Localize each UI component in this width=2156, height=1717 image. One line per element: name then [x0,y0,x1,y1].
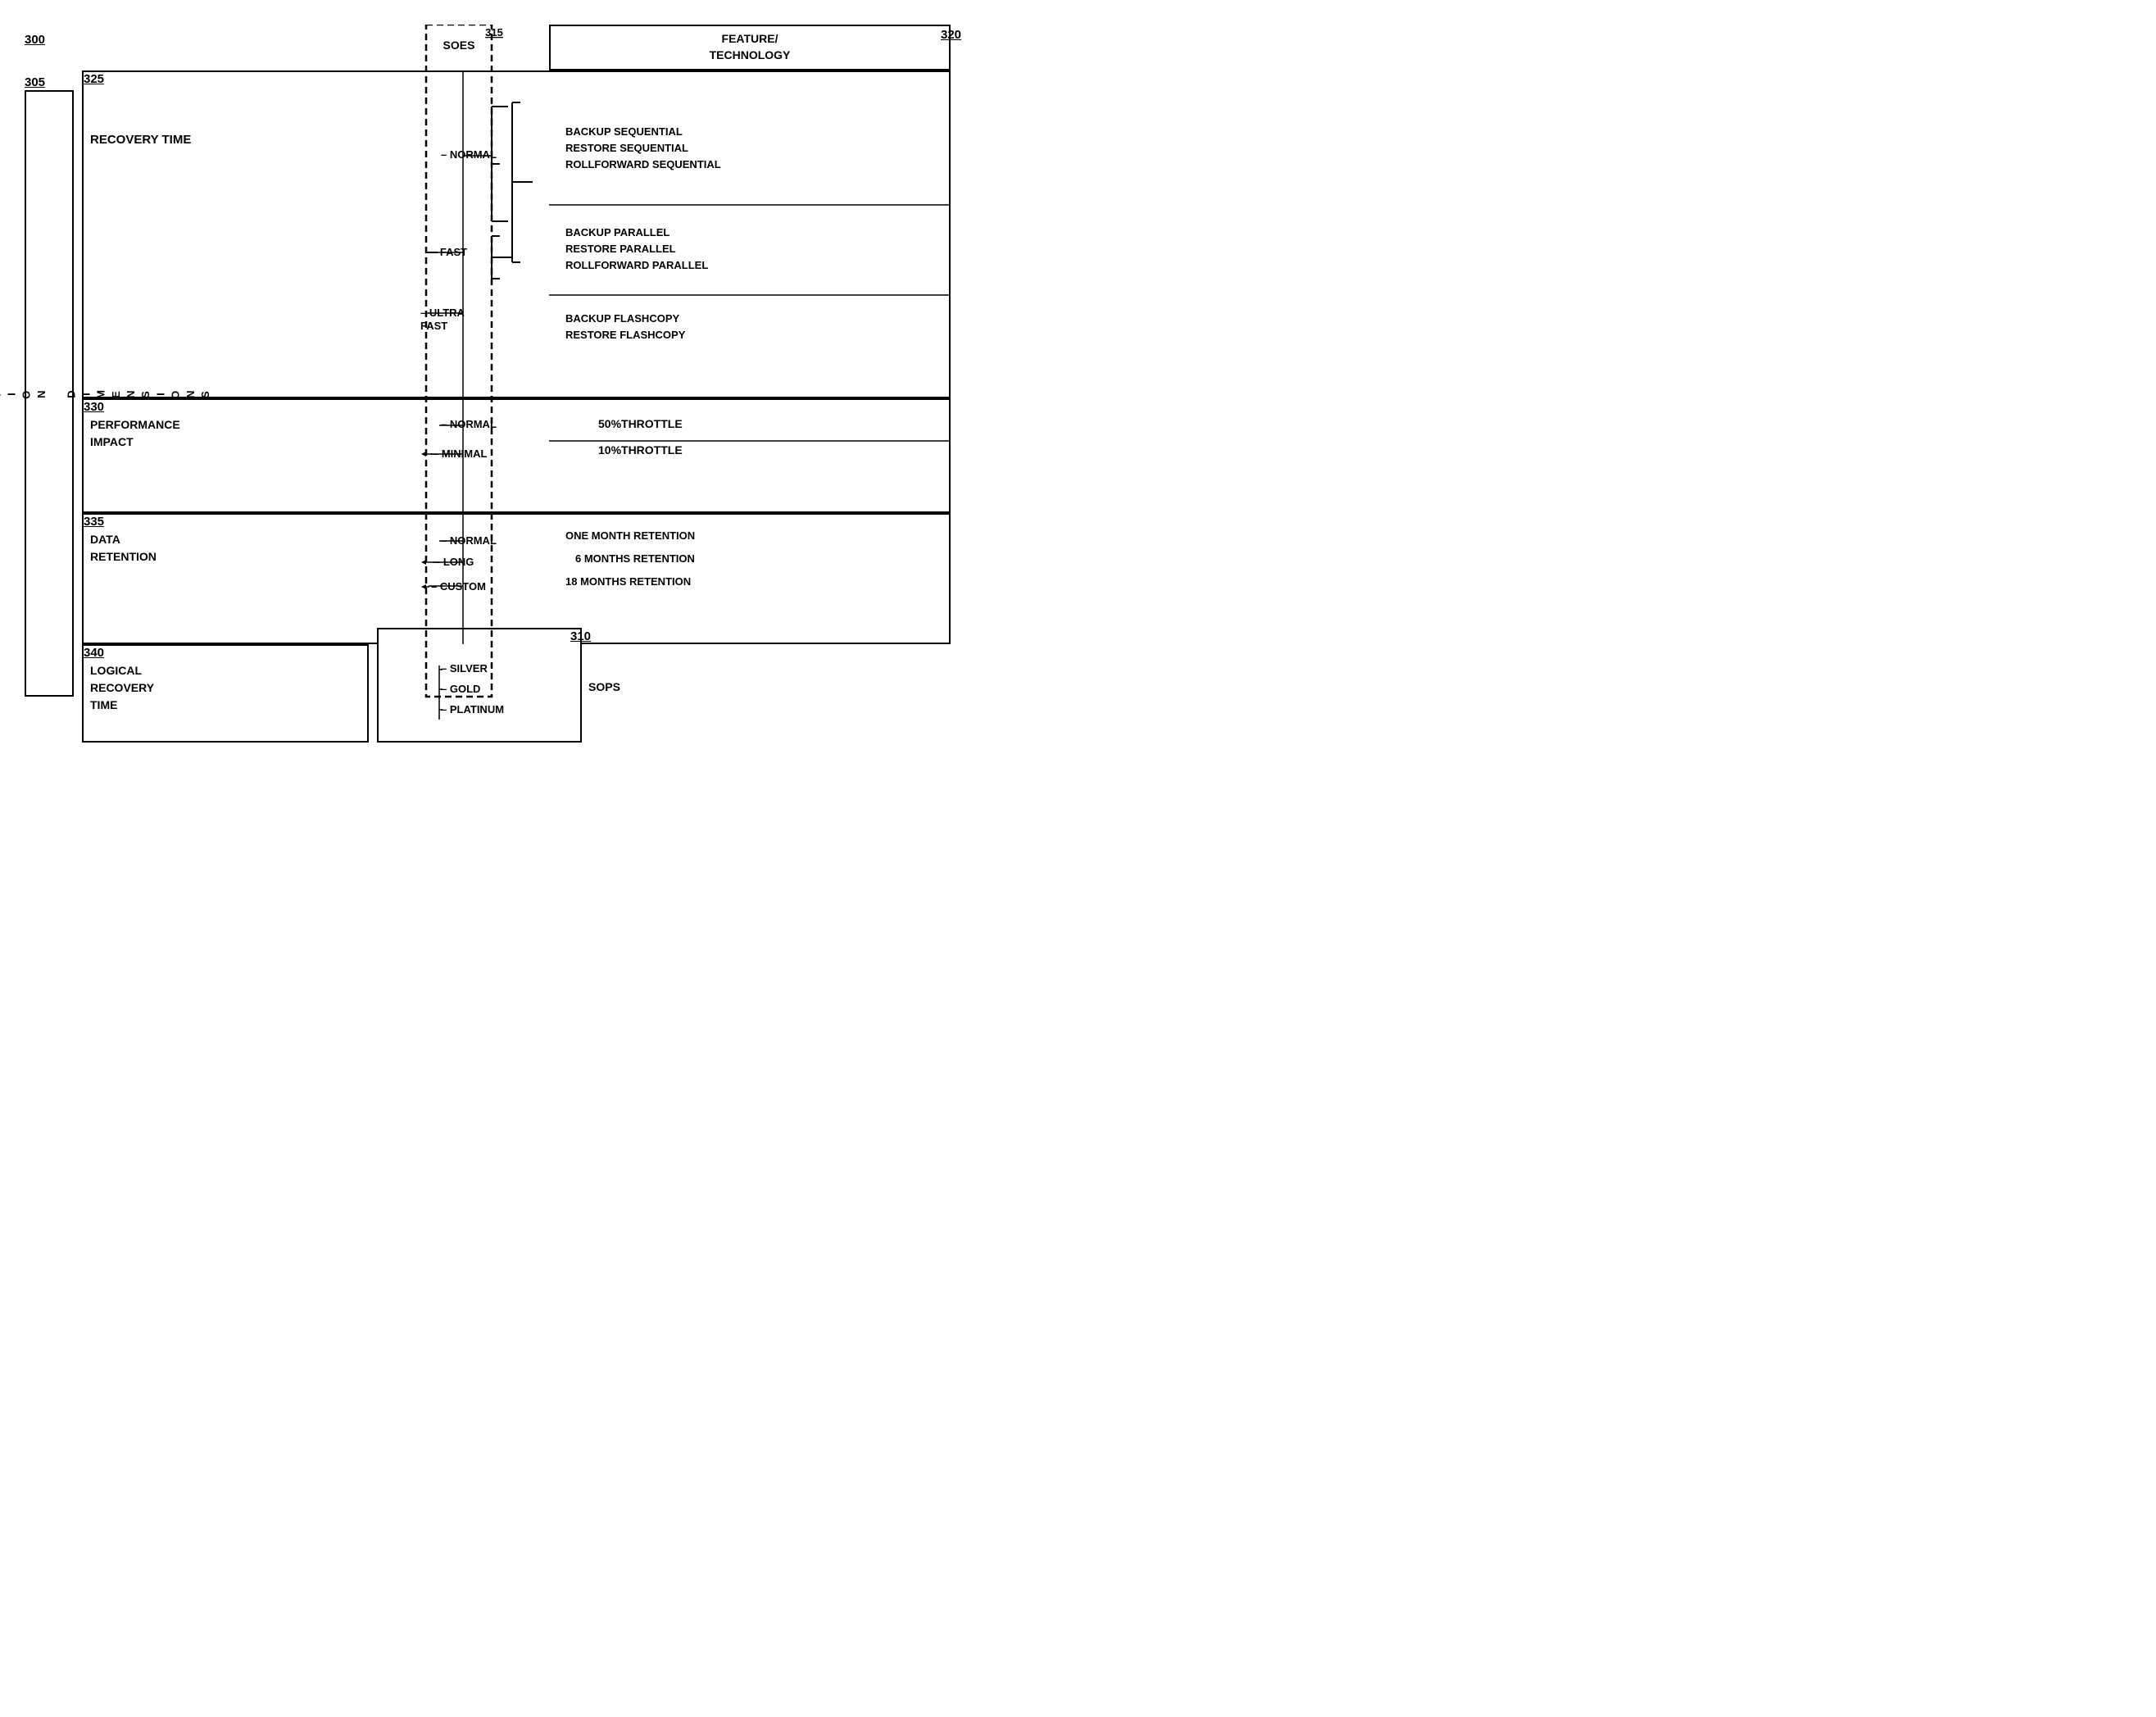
feature-header-box: FEATURE/TECHNOLOGY [549,25,951,70]
section-335 [82,513,951,644]
feature-header-text: FEATURE/TECHNOLOGY [710,31,791,63]
svg-text:SOES: SOES [443,39,475,52]
svg-text:315: 315 [485,26,503,39]
sops-box [377,628,582,743]
logical-recovery-label: LOGICALRECOVERYTIME [90,662,154,714]
label-305: 305 [25,75,45,89]
diagram-container: 300 305 APPLICATIONDIMENSIONS FEATURE/TE… [25,25,959,746]
data-retention-label: DATARETENTION [90,531,157,566]
label-320: 320 [941,28,961,42]
label-300: 300 [25,33,45,47]
perf-impact-label: PERFORMANCEIMPACT [90,416,180,451]
section-330 [82,398,951,513]
sops-label: SOPS [588,680,620,693]
app-dimensions-box: APPLICATIONDIMENSIONS [25,90,74,697]
section-325 [82,70,951,398]
recovery-time-label: RECOVERY TIME [90,131,191,150]
label-310: 310 [570,629,591,643]
